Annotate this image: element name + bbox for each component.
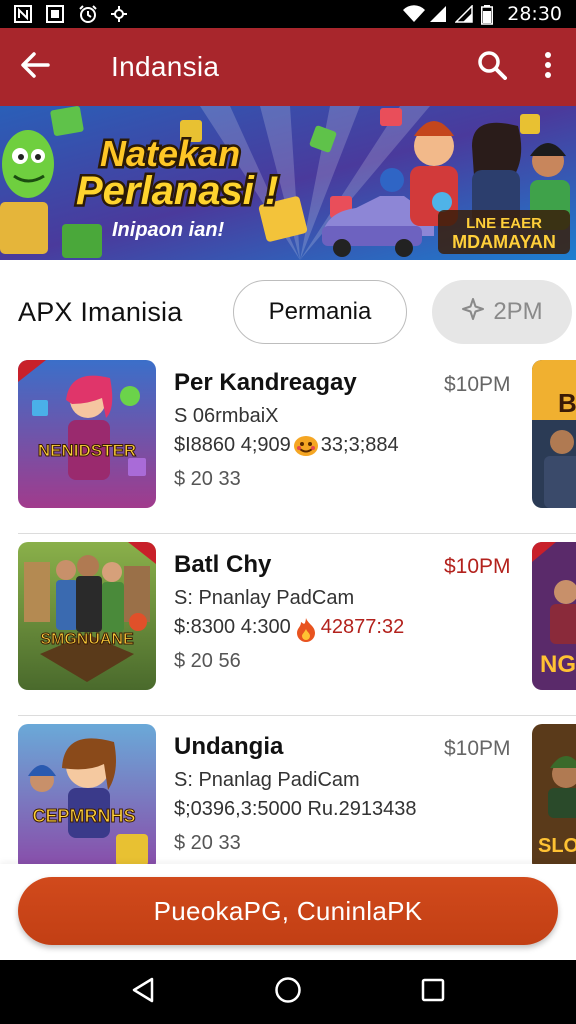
chip-label: Permania	[268, 298, 372, 325]
side-thumb-label: B	[558, 388, 576, 418]
thumb-label: CEPMRNHS	[32, 806, 135, 826]
thumb-label: SMGNUANE	[40, 631, 134, 648]
game-list: NENIDSTER Per Kandreagay $10PM S 06rmbai…	[0, 352, 576, 864]
flame-icon	[293, 617, 319, 642]
back-button[interactable]	[0, 28, 70, 106]
nav-recents-button[interactable]	[413, 972, 453, 1012]
filter-chip-permania[interactable]: Permania	[233, 280, 407, 344]
screenshot-icon	[46, 5, 64, 23]
primary-cta-button[interactable]: PueokaPG, CuninlaPK	[18, 877, 558, 945]
game-time: $10PM	[444, 555, 511, 578]
game-stats: $;0396,3:5000 Ru.2913438	[174, 798, 416, 821]
game-thumbnail: CEPMRNHS	[18, 724, 156, 864]
game-time: $10PM	[444, 737, 511, 760]
game-subtitle: S 06rmbaiX	[174, 405, 279, 427]
alarm-icon	[78, 5, 97, 23]
game-price: $ 20 56	[174, 650, 241, 672]
page-title: Indansia	[111, 51, 220, 82]
filter-chip-time[interactable]: 2PM	[432, 280, 572, 344]
list-item[interactable]: CEPMRNHS Undangia $10PM S: Pnanlag PadiC…	[0, 716, 576, 864]
more-vertical-icon	[544, 51, 552, 84]
next-game-thumbnail[interactable]: NG	[532, 542, 576, 690]
cta-label: PueokaPG, CuninlaPK	[153, 895, 423, 926]
list-item[interactable]: NENIDSTER Per Kandreagay $10PM S 06rmbai…	[0, 352, 576, 534]
game-subtitle: S: Pnanlag PadiCam	[174, 769, 360, 791]
battery-icon	[481, 5, 499, 25]
search-icon	[477, 50, 507, 85]
banner-headline-2: Perlanasi !	[76, 169, 278, 213]
stats-primary: $;0396,3:5000 Ru.2913438	[174, 798, 417, 820]
game-price: $ 20 33	[174, 832, 241, 854]
back-triangle-icon	[131, 977, 155, 1008]
signal-icon	[429, 5, 447, 23]
stats-primary: $I8860 4;909	[174, 434, 291, 456]
game-subtitle: S: Pnanlay PadCam	[174, 587, 355, 609]
app-bar: Indansia	[0, 28, 576, 106]
section-header: APX Imanisia Permania 2PM	[0, 280, 576, 344]
game-thumbnail: SMGNUANE	[18, 542, 156, 690]
game-stats: $I8860 4;909 33;3;884	[174, 434, 399, 457]
game-price: $ 20 33	[174, 468, 241, 490]
banner-subline: Inipaon ian!	[112, 219, 225, 241]
signal-icon	[454, 4, 473, 23]
more-options-button[interactable]	[520, 28, 576, 106]
banner-headline-1: Natekan	[100, 133, 240, 174]
banner-badge-2: MDAMAYAN	[452, 232, 556, 252]
next-game-thumbnail[interactable]: SLOP	[532, 724, 576, 864]
game-time: $10PM	[444, 373, 511, 396]
arrow-left-icon	[20, 51, 50, 83]
home-circle-icon	[274, 976, 302, 1009]
stats-secondary: 33;3;884	[320, 434, 399, 456]
thumb-label: NENIDSTER	[38, 441, 136, 460]
status-bar: 28:30	[0, 0, 576, 28]
promo-banner[interactable]: Natekan Natekan Perlanasi ! Perlanasi ! …	[0, 106, 576, 260]
sync-icon	[110, 5, 128, 23]
notification-n-icon	[14, 5, 32, 23]
next-game-thumbnail[interactable]: B	[532, 360, 576, 508]
nav-back-button[interactable]	[123, 972, 163, 1012]
side-thumb-label: SLOP	[538, 835, 576, 857]
bottom-action-area: PueokaPG, CuninlaPK	[0, 864, 576, 960]
emoji-icon	[293, 435, 319, 457]
chip-label: 2PM	[493, 298, 543, 325]
search-button[interactable]	[464, 28, 520, 106]
game-thumbnail: NENIDSTER	[18, 360, 156, 508]
clock: 28:30	[507, 3, 562, 25]
game-title: Undangia	[174, 733, 284, 760]
list-item[interactable]: SMGNUANE Batl Chy $10PM S: Pnanlay PadCa…	[0, 534, 576, 716]
system-nav-bar	[0, 960, 576, 1024]
game-title: Per Kandreagay	[174, 369, 357, 396]
nav-home-button[interactable]	[268, 972, 308, 1012]
section-title: APX Imanisia	[18, 296, 183, 327]
recents-square-icon	[421, 978, 445, 1007]
sparkle-icon	[461, 297, 485, 328]
side-thumb-label: NG	[540, 651, 576, 678]
banner-badge-1: LNE EAER	[466, 215, 542, 232]
game-title: Batl Chy	[174, 551, 272, 578]
stats-secondary: 42877:32	[320, 616, 405, 638]
stats-primary: $:8300 4:300	[174, 616, 291, 638]
wifi-icon	[403, 5, 426, 23]
game-stats: $:8300 4:300 42877:32	[174, 616, 405, 642]
